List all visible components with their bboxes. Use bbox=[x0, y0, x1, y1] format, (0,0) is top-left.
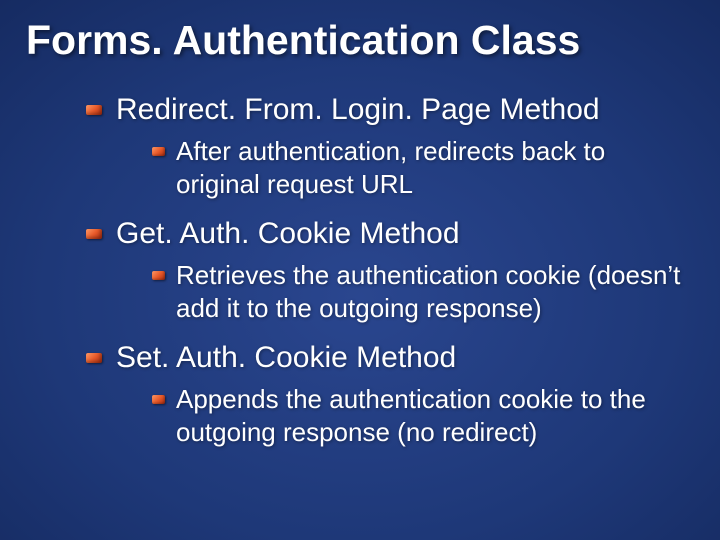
slide: Forms. Authentication Class Redirect. Fr… bbox=[0, 0, 720, 540]
bullet-icon bbox=[86, 105, 102, 115]
bullet-icon bbox=[152, 147, 165, 156]
list-item: Get. Auth. Cookie Method Retrieves the a… bbox=[86, 215, 694, 325]
bullet-icon bbox=[86, 353, 102, 363]
list-item: Retrieves the authentication cookie (doe… bbox=[152, 259, 694, 326]
list-item: After authentication, redirects back to … bbox=[152, 135, 694, 202]
list-item: Appends the authentication cookie to the… bbox=[152, 383, 694, 450]
list-item: Set. Auth. Cookie Method Appends the aut… bbox=[86, 339, 694, 449]
bullet-icon bbox=[152, 395, 165, 404]
bullet-list-level2: After authentication, redirects back to … bbox=[152, 135, 694, 202]
item-label: Retrieves the authentication cookie (doe… bbox=[176, 259, 694, 326]
bullet-list-level1: Redirect. From. Login. Page Method After… bbox=[86, 91, 694, 449]
bullet-list-level2: Retrieves the authentication cookie (doe… bbox=[152, 259, 694, 326]
item-label: Set. Auth. Cookie Method bbox=[116, 339, 694, 377]
item-label: Get. Auth. Cookie Method bbox=[116, 215, 694, 253]
item-label: Redirect. From. Login. Page Method bbox=[116, 91, 694, 129]
item-label: After authentication, redirects back to … bbox=[176, 135, 694, 202]
bullet-icon bbox=[152, 271, 165, 280]
item-label: Appends the authentication cookie to the… bbox=[176, 383, 694, 450]
bullet-list-level2: Appends the authentication cookie to the… bbox=[152, 383, 694, 450]
slide-title: Forms. Authentication Class bbox=[26, 18, 694, 63]
bullet-icon bbox=[86, 229, 102, 239]
list-item: Redirect. From. Login. Page Method After… bbox=[86, 91, 694, 201]
